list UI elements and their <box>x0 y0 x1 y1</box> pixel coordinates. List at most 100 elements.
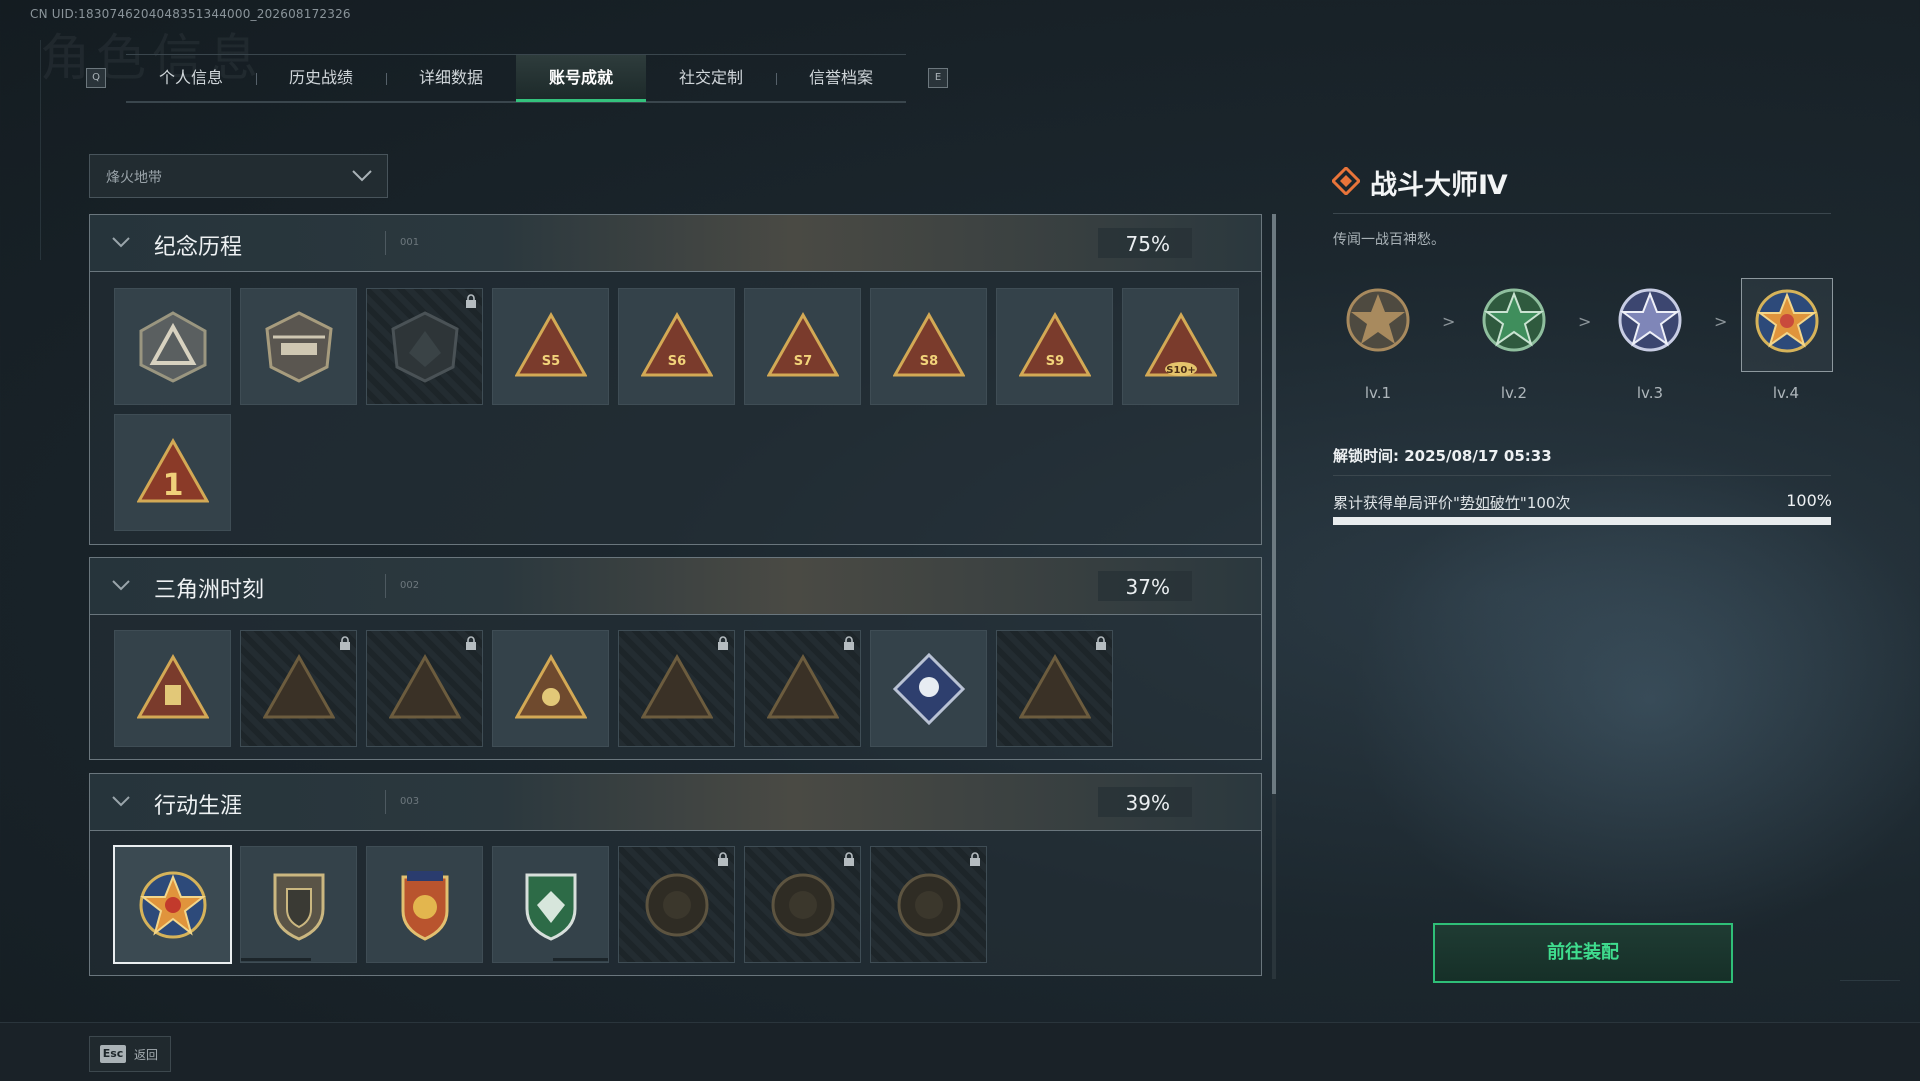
medal-tile[interactable] <box>492 630 609 747</box>
section-body <box>89 831 1262 976</box>
section-header[interactable]: 行动生涯 003 39% <box>89 773 1262 831</box>
tab-detail-data[interactable]: 详细数据 <box>386 55 516 101</box>
rank-label: 1 <box>163 468 184 503</box>
medal-tile[interactable]: S10+ <box>1122 288 1239 405</box>
medal-tile[interactable]: S8 <box>870 288 987 405</box>
triangle-emblem-icon <box>641 653 713 719</box>
level-arrow: > <box>1714 312 1728 331</box>
season-badge-icon: S7 <box>767 311 839 377</box>
achievement-title: 战斗大师Ⅳ <box>1370 170 1508 201</box>
star-medal-icon <box>139 871 207 939</box>
medal-tile-locked[interactable] <box>240 630 357 747</box>
uid-text: CN UID:1830746204048351344000_2026081723… <box>30 7 351 21</box>
medal-tile-locked[interactable] <box>618 846 735 963</box>
round-emblem-icon <box>645 873 709 937</box>
divider <box>385 574 386 598</box>
level-1-medal[interactable] <box>1333 278 1423 370</box>
mode-dropdown[interactable]: 烽火地带 <box>89 154 388 198</box>
scrollbar-thumb[interactable] <box>1272 214 1276 794</box>
section-body <box>89 615 1262 760</box>
round-emblem-icon <box>771 873 835 937</box>
scrollbar[interactable] <box>1272 214 1276 979</box>
medal-tile-locked[interactable] <box>744 630 861 747</box>
medal-tile[interactable] <box>114 630 231 747</box>
medal-tile[interactable]: S6 <box>618 288 735 405</box>
divider <box>1333 475 1831 476</box>
tab-strip: 个人信息 历史战绩 详细数据 账号成就 社交定制 信誉档案 <box>126 54 906 103</box>
medal-tile[interactable] <box>114 288 231 405</box>
medal-tile-locked[interactable] <box>366 630 483 747</box>
unlock-time: 解锁时间: 2025/08/17 05:33 <box>1333 447 1552 465</box>
section-percent-box: 37% <box>1098 571 1192 601</box>
tab-next-key[interactable]: E <box>928 68 948 88</box>
section-header[interactable]: 三角洲时刻 002 37% <box>89 557 1262 615</box>
season-label: S6 <box>668 354 686 369</box>
level-2-medal[interactable] <box>1469 278 1559 370</box>
lock-icon <box>340 636 350 650</box>
section-percent: 39% <box>1125 791 1170 815</box>
requirement-percent: 100% <box>1786 491 1832 510</box>
medal-tile-locked[interactable] <box>996 630 1113 747</box>
season-badge-icon: S5 <box>515 311 587 377</box>
divider <box>1333 213 1831 214</box>
star-medal-icon <box>1755 289 1819 353</box>
medal-tile[interactable] <box>492 846 609 963</box>
background-glow <box>1350 450 1920 950</box>
lock-icon <box>970 852 980 866</box>
section-percent-box: 75% <box>1098 228 1192 258</box>
requirement-prefix: 累计获得单局评价" <box>1333 494 1460 512</box>
medal-tile[interactable]: S5 <box>492 288 609 405</box>
rank-one-badge-icon: 1 <box>137 437 209 503</box>
tab-social[interactable]: 社交定制 <box>646 55 776 101</box>
requirement-text: 累计获得单局评价"势如破竹"100次 <box>1333 492 1570 513</box>
medal-tile[interactable]: S7 <box>744 288 861 405</box>
medal-tile-locked[interactable] <box>366 288 483 405</box>
tab-prev-key[interactable]: Q <box>86 68 106 88</box>
medal-tile-locked[interactable] <box>618 630 735 747</box>
tab-personal-info[interactable]: 个人信息 <box>126 55 256 101</box>
divider <box>385 231 386 255</box>
level-label: lv.3 <box>1636 384 1664 402</box>
chevron-down-icon <box>112 580 130 591</box>
medal-tile-selected[interactable] <box>113 845 232 964</box>
requirement-link[interactable]: 势如破竹 <box>1460 494 1520 512</box>
requirement-progress-fill <box>1333 517 1831 525</box>
medal-progress <box>553 958 608 961</box>
requirement-suffix: "100次 <box>1519 494 1571 512</box>
medal-progress <box>241 958 311 961</box>
medal-tile[interactable]: S9 <box>996 288 1113 405</box>
medal-tile[interactable] <box>366 846 483 963</box>
star-medal-icon <box>1482 288 1546 352</box>
season-badge-icon: S9 <box>1019 311 1091 377</box>
season-label: S8 <box>920 354 938 369</box>
section-title: 纪念历程 <box>154 235 243 260</box>
triangle-emblem-icon <box>767 653 839 719</box>
equip-button[interactable]: 前往装配 <box>1433 923 1733 983</box>
medal-tile[interactable] <box>870 630 987 747</box>
tab-history[interactable]: 历史战绩 <box>256 55 386 101</box>
medal-tile[interactable] <box>240 288 357 405</box>
level-4-medal-selected[interactable] <box>1741 278 1833 372</box>
triangle-emblem-icon <box>263 653 335 719</box>
triangle-emblem-icon <box>137 653 209 719</box>
back-button[interactable]: Esc 返回 <box>89 1036 171 1072</box>
mode-dropdown-value: 烽火地带 <box>106 170 162 186</box>
section-header[interactable]: 纪念历程 001 75% <box>89 214 1262 272</box>
medal-tile[interactable]: 1 <box>114 414 231 531</box>
medal-tile-locked[interactable] <box>870 846 987 963</box>
section-number: 001 <box>400 237 420 248</box>
medal-tile-locked[interactable] <box>744 846 861 963</box>
section-title: 三角洲时刻 <box>154 578 265 603</box>
back-label: 返回 <box>134 1048 159 1062</box>
tab-reputation[interactable]: 信誉档案 <box>776 55 906 101</box>
bottom-bar <box>0 1022 1920 1081</box>
section-number: 003 <box>400 796 420 807</box>
section-title: 行动生涯 <box>154 794 243 819</box>
level-3-medal[interactable] <box>1605 278 1695 370</box>
lock-icon <box>844 852 854 866</box>
triangle-emblem-icon <box>389 653 461 719</box>
tab-achievements[interactable]: 账号成就 <box>516 55 646 102</box>
chevron-down-icon <box>112 796 130 807</box>
lock-icon <box>718 852 728 866</box>
medal-tile[interactable] <box>240 846 357 963</box>
